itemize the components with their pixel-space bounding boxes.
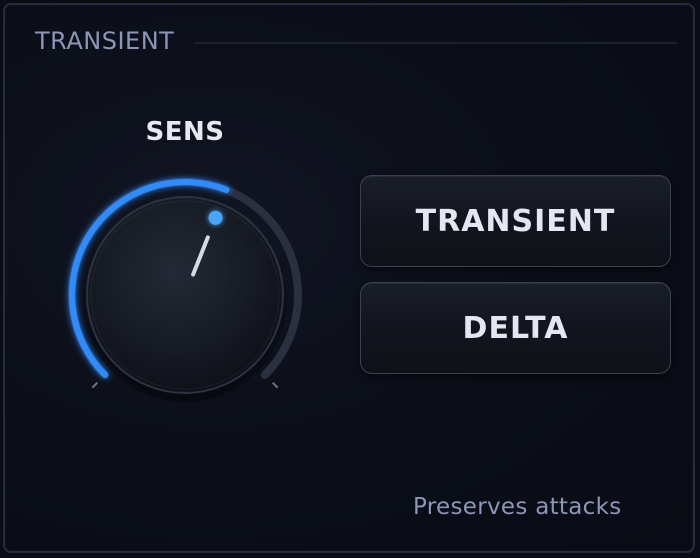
sens-knob-label: SENS [145, 117, 225, 147]
transient-panel: TRANSIENT SENS TRANSIENT DELTA Preserves… [3, 3, 695, 553]
status-text: Preserves attacks [413, 494, 622, 520]
sens-knob[interactable] [45, 155, 325, 435]
knob-min-tick [91, 381, 99, 389]
knob-indicator-dot [208, 210, 223, 225]
sens-knob-graphic[interactable] [45, 155, 325, 435]
knob-max-tick [271, 381, 279, 389]
knob-body[interactable] [86, 196, 284, 394]
title-divider [195, 42, 677, 44]
section-title: TRANSIENT [35, 27, 175, 55]
transient-button[interactable]: TRANSIENT [360, 175, 671, 267]
delta-button[interactable]: DELTA [360, 282, 671, 374]
